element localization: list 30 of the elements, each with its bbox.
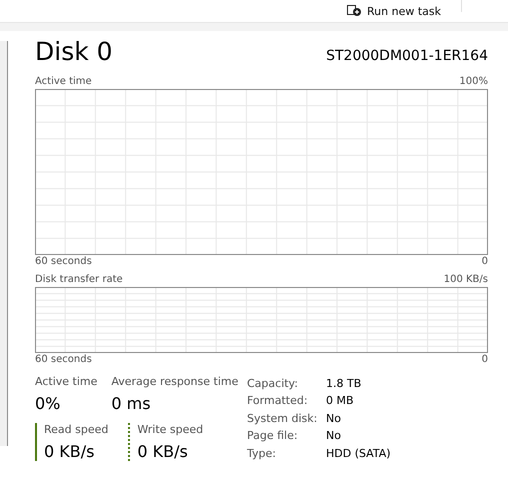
add-task-icon xyxy=(347,5,362,17)
property-value: 1.8 TB xyxy=(326,377,362,392)
graph-max-label: 100 KB/s xyxy=(444,273,488,287)
graph-label: Disk transfer rate xyxy=(35,273,123,287)
property-label: Capacity: xyxy=(247,377,299,392)
disk-model: ST2000DM001-1ER164 xyxy=(326,48,488,64)
property-value: 0 MB xyxy=(326,394,355,409)
graph-max-label: 100% xyxy=(459,75,488,89)
graph-min-label: 0 xyxy=(482,353,488,367)
speed-value: 0 KB/s xyxy=(137,442,189,461)
speed-label: Write speed xyxy=(137,423,204,436)
speed-label: Read speed xyxy=(44,423,108,436)
property-label: System disk: xyxy=(247,412,318,426)
disk-title: Disk 0 xyxy=(35,37,113,66)
time-span-label: 60 seconds xyxy=(35,353,92,367)
stat-label: Active time xyxy=(35,375,98,388)
stat-value: 0 ms xyxy=(111,394,152,413)
property-value: No xyxy=(326,412,342,426)
property-value: HDD (SATA) xyxy=(326,446,391,461)
property-label: Formatted: xyxy=(247,394,309,409)
stat-label: Average response time xyxy=(111,375,238,388)
time-span-label: 60 seconds xyxy=(35,255,92,269)
property-label: Type: xyxy=(247,446,277,461)
speed-value: 0 KB/s xyxy=(44,442,96,461)
run-new-task-button[interactable]: Run new task xyxy=(347,4,461,18)
property-label: Page file: xyxy=(247,429,299,444)
stat-value: 0% xyxy=(35,394,62,413)
graph-label: Active time xyxy=(35,75,92,89)
graph-min-label: 0 xyxy=(482,255,488,269)
property-value: No xyxy=(326,429,342,444)
